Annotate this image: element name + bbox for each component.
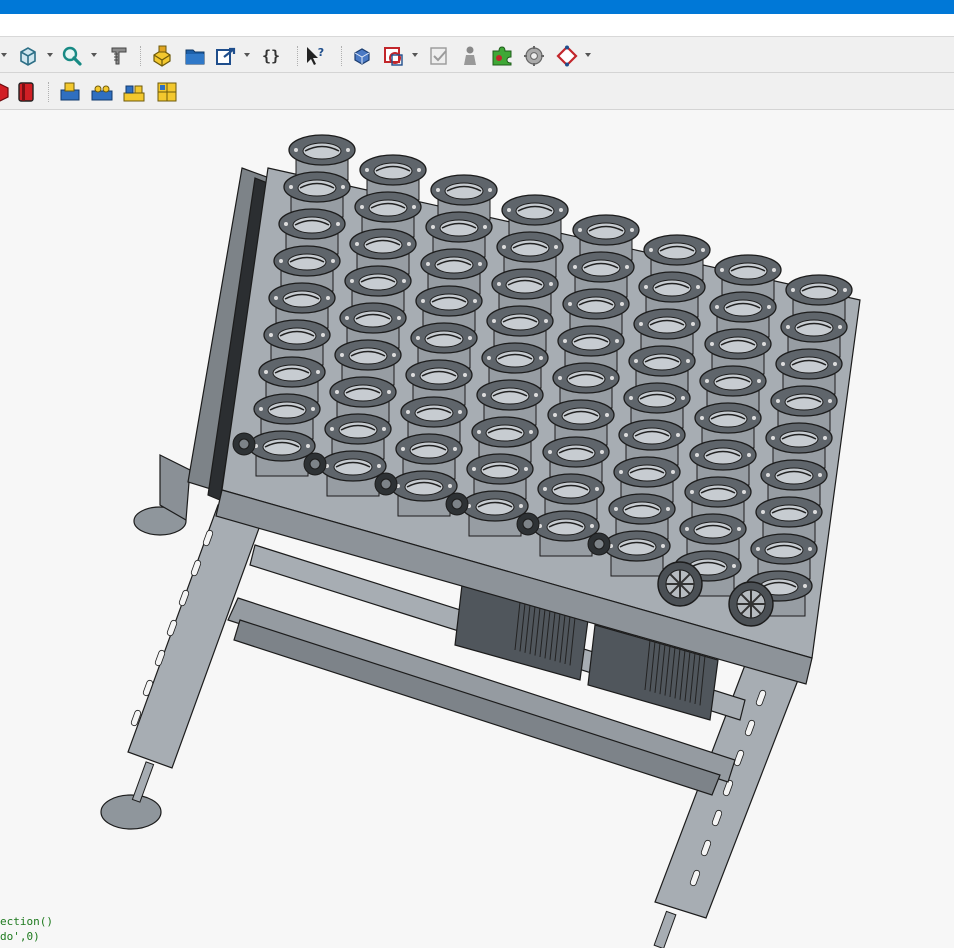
assembly-toolbar [0, 73, 954, 110]
link-icon[interactable] [214, 44, 238, 68]
fan-hub [309, 458, 321, 470]
fan-hub [593, 538, 605, 550]
puzzle-icon[interactable] [490, 44, 514, 68]
chevron-down-icon[interactable] [411, 51, 419, 59]
part-icon[interactable] [150, 44, 174, 68]
foot-stem [653, 910, 677, 948]
svg-text:{}: {} [262, 47, 280, 65]
toolbar-separator [341, 46, 344, 66]
main-toolbar: {}? [0, 36, 954, 73]
red-cube-icon[interactable] [0, 80, 12, 104]
validate-icon[interactable] [427, 44, 451, 68]
assembly-stack-icon[interactable] [155, 80, 179, 104]
chevron-down-icon[interactable] [0, 51, 8, 59]
toolbar-separator [140, 46, 143, 66]
red-book-icon[interactable] [14, 80, 38, 104]
braces-icon[interactable]: {} [259, 44, 283, 68]
diamond-icon[interactable] [555, 44, 579, 68]
cube-view-icon[interactable] [16, 44, 40, 68]
menu-area [0, 14, 954, 36]
body-icon[interactable] [350, 44, 374, 68]
spindle-cartridge[interactable] [603, 530, 671, 577]
fan-hub [451, 498, 463, 510]
fan-hub [238, 438, 250, 450]
leveling-foot [100, 794, 162, 830]
3d-viewport[interactable] [0, 110, 954, 948]
gear-head-icon[interactable] [522, 44, 546, 68]
chevron-down-icon[interactable] [584, 51, 592, 59]
person-icon[interactable] [458, 44, 482, 68]
caliper-icon[interactable] [106, 44, 130, 68]
zoom-icon[interactable] [60, 44, 84, 68]
cad-model-frame[interactable] [0, 110, 954, 948]
window-title-bar [0, 0, 954, 14]
whats-this-icon[interactable]: ? [303, 44, 327, 68]
console-line: ection() [0, 915, 53, 928]
sketch-icon[interactable] [381, 44, 405, 68]
toolbar-separator [48, 82, 51, 102]
folder-icon[interactable] [183, 44, 207, 68]
chevron-down-icon[interactable] [90, 51, 98, 59]
assembly-constraint-icon[interactable] [90, 80, 114, 104]
assembly-pattern-icon[interactable] [122, 80, 146, 104]
toolbar-separator [297, 46, 300, 66]
console-line: do',0) [0, 930, 40, 943]
svg-text:?: ? [318, 46, 324, 59]
fan-hub [380, 478, 392, 490]
assembly-insert-icon[interactable] [58, 80, 82, 104]
python-console[interactable]: ection() do',0) [0, 914, 200, 948]
chevron-down-icon[interactable] [46, 51, 54, 59]
chevron-down-icon[interactable] [243, 51, 251, 59]
fan-hub [522, 518, 534, 530]
